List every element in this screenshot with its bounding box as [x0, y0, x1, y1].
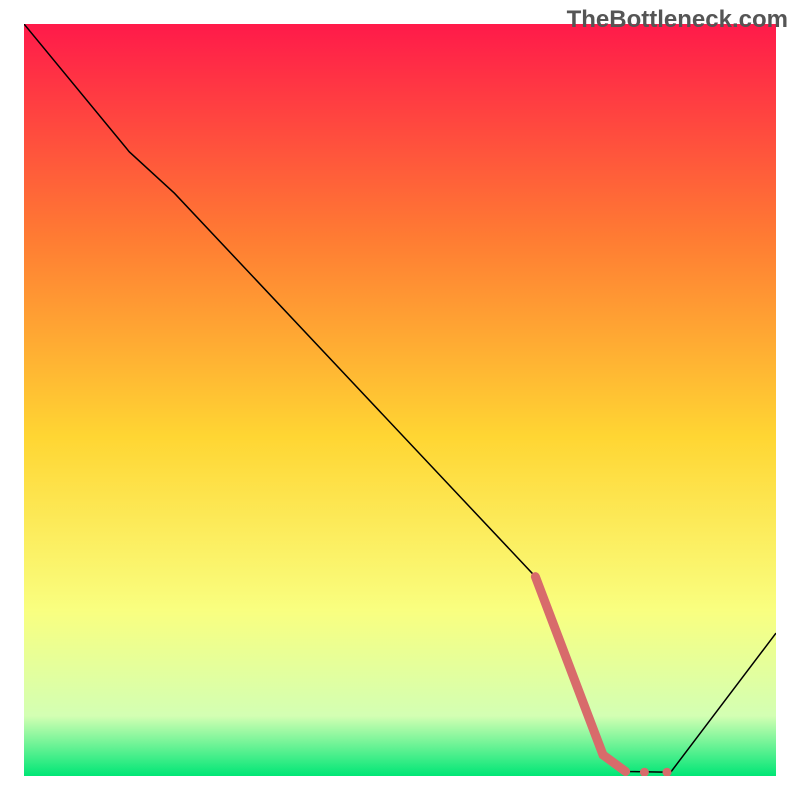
chart-container: TheBottleneck.com	[0, 0, 800, 800]
plot-area	[24, 24, 776, 776]
gradient-background	[24, 24, 776, 776]
chart-svg	[24, 24, 776, 776]
watermark-text: TheBottleneck.com	[567, 6, 788, 34]
